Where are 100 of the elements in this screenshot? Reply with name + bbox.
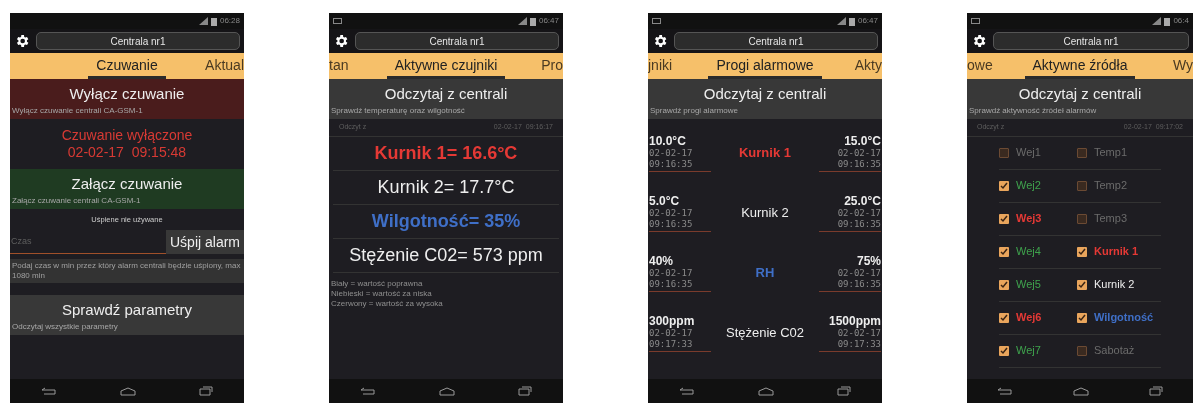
battery-icon [529,16,536,26]
signal-icon [198,17,208,25]
sensor-reading: Kurnik 2= 17.7°C [377,175,515,199]
home-icon[interactable] [1073,386,1089,396]
recent-apps-icon[interactable] [836,386,851,396]
battery-icon [848,16,855,26]
checkbox[interactable] [1077,213,1087,224]
checkbox[interactable] [999,345,1009,356]
signal-icon [1152,17,1162,25]
low-threshold-value: 5.0°C [649,194,680,208]
back-icon[interactable] [360,387,377,395]
checkbox[interactable] [999,246,1009,257]
legend-text: Biały = wartość poprawna [331,278,424,289]
threshold-time: 09:16:35 [837,279,881,290]
sensor-name: Kurnik 1 [739,144,791,163]
checkbox[interactable] [1077,345,1087,356]
tab[interactable]: Aktual [205,55,244,76]
high-threshold-value: 1500ppm [828,314,881,328]
sensor-name: RH [755,264,775,283]
device-title-bar[interactable]: Centrala nr1 [674,32,878,50]
device-title: Centrala nr1 [1063,34,1119,49]
low-threshold-value: 40% [649,254,674,268]
tab[interactable]: tan [329,55,349,76]
checkbox[interactable] [999,213,1009,224]
action-button[interactable]: Wyłącz czuwanie Wyłącz czuwanie centrali CA-GSM-1 [10,79,244,119]
threshold-time: 09:17:33 [837,339,881,350]
threshold-date: 02-02-17 [649,268,693,279]
settings-icon[interactable] [14,33,30,49]
signal-icon [517,17,527,25]
action-button[interactable]: Odczytaj z centrali Sprawdź progi alarmowe [648,79,882,119]
sensor-name: Stężenie C02 [725,324,805,343]
settings-icon[interactable] [971,33,987,49]
source-label: Temp3 [1094,211,1128,227]
source-label: Wej3 [1016,211,1042,227]
source-label: Wej2 [1016,178,1041,194]
check-icon [1000,247,1008,256]
tab[interactable]: owe [967,55,993,76]
action-button[interactable]: Sprawdź parametry Odczytaj wszystkie parametry [10,295,244,336]
tab[interactable]: Pro [541,55,563,76]
threshold-date: 02-02-17 [837,208,881,219]
checkbox[interactable] [999,180,1009,191]
action-button[interactable]: Odczytaj z centrali Sprawdź temperaturę oraz wilgotność [329,79,563,119]
device-title-bar[interactable]: Centrala nr1 [355,32,559,50]
threshold-time: 09:17:33 [649,339,693,350]
threshold-date: 02-02-17 [837,328,881,339]
time-input-field[interactable]: Czas [10,230,166,255]
clock-time: 06:47 [538,15,559,27]
battery-icon [210,16,217,26]
checkbox[interactable] [999,279,1009,290]
source-label: Wej7 [1016,343,1041,359]
source-label: Sabotaż [1094,343,1135,359]
tab[interactable]: jniki [648,55,673,76]
sleep-alarm-button[interactable]: Uśpij alarm [166,230,244,255]
threshold-time: 09:16:35 [649,159,693,170]
action-button[interactable]: Odczytaj z centrali Sprawdź aktywność źródeł alarmów [967,79,1193,119]
settings-icon[interactable] [333,33,349,49]
threshold-time: 09:16:35 [649,279,693,290]
device-title-bar[interactable]: Centrala nr1 [36,32,240,50]
tab[interactable]: Wy [1172,55,1193,76]
action-button[interactable]: Załącz czuwanie Załącz czuwanie centrali CA-GSM-1 [10,169,244,209]
source-label: Wej1 [1016,145,1041,161]
signal-icon [836,17,846,25]
clock-time: 06:47 [857,15,878,27]
threshold-date: 02-02-17 [837,268,881,279]
threshold-time: 09:16:35 [649,219,693,230]
check-icon [1078,280,1086,289]
recent-apps-icon[interactable] [198,386,213,396]
tab[interactable]: Akty [854,55,882,76]
threshold-date: 02-02-17 [649,208,693,219]
check-icon [1078,247,1086,256]
checkbox[interactable] [1077,312,1087,323]
checkbox[interactable] [999,147,1009,158]
source-label: Temp2 [1094,178,1128,194]
threshold-date: 02-02-17 [649,328,693,339]
checkbox[interactable] [1077,180,1087,191]
back-icon[interactable] [41,387,58,395]
home-icon[interactable] [120,386,136,396]
checkbox[interactable] [1077,279,1087,290]
checkbox[interactable] [1077,147,1087,158]
device-title: Centrala nr1 [429,34,485,49]
home-icon[interactable] [439,386,455,396]
settings-icon[interactable] [652,33,668,49]
recent-apps-icon[interactable] [1149,386,1163,396]
threshold-time: 09:16:35 [837,159,881,170]
sensor-name: Kurnik 2 [741,204,789,223]
clock-time: 06:4 [1173,15,1189,27]
checkbox[interactable] [999,312,1009,323]
high-threshold-value: 25.0°C [844,194,881,208]
recent-apps-icon[interactable] [517,386,532,396]
legend-text: Czerwony = wartość za wysoka [331,298,444,309]
source-label: Wilgotność [1094,310,1154,326]
source-label: Kurnik 2 [1094,277,1135,293]
home-icon[interactable] [758,386,774,396]
device-title-bar[interactable]: Centrala nr1 [993,32,1189,50]
checkbox[interactable] [1077,246,1087,257]
threshold-date: 02-02-17 [649,148,693,159]
check-icon [1000,214,1008,223]
low-threshold-value: 10.0°C [649,134,686,148]
back-icon[interactable] [679,387,696,395]
back-icon[interactable] [997,387,1013,395]
